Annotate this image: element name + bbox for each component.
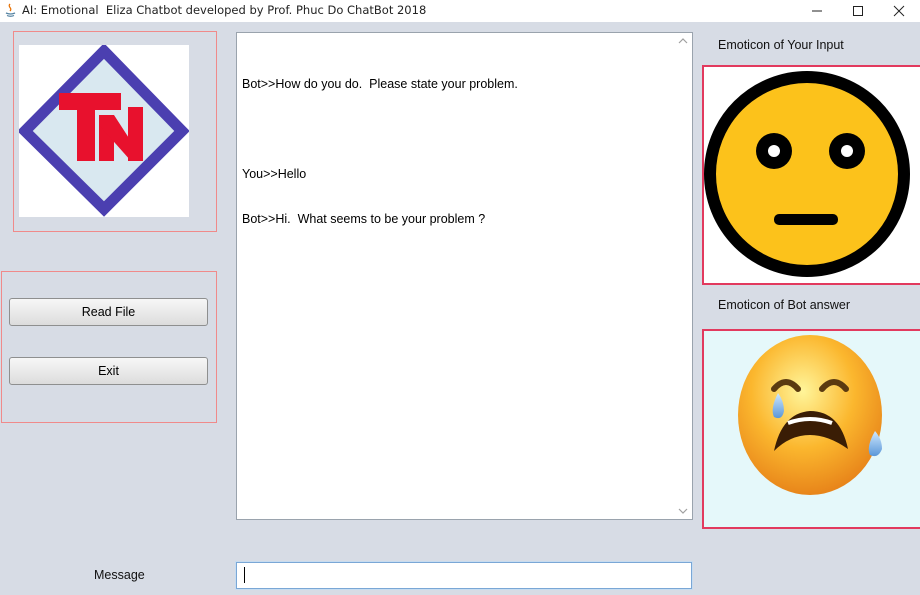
java-app-icon <box>5 3 16 17</box>
exit-button[interactable]: Exit <box>9 357 208 385</box>
crying-face-icon <box>738 335 882 495</box>
buttons-panel <box>1 271 217 423</box>
chat-line: Bot>>Hi. What seems to be your problem ? <box>242 212 486 226</box>
chat-transcript[interactable]: Bot>>How do you do. Please state your pr… <box>236 32 693 520</box>
message-input[interactable] <box>235 561 693 590</box>
chat-line: You>>Hello <box>242 167 307 181</box>
logo-image <box>17 43 190 217</box>
read-file-button[interactable]: Read File <box>9 298 208 326</box>
scroll-down-icon[interactable] <box>678 507 688 515</box>
minimize-icon <box>812 10 822 12</box>
chat-line: Bot>>How do you do. Please state your pr… <box>242 77 518 91</box>
scroll-up-icon[interactable] <box>678 37 688 45</box>
window-title: AI: Emotional Eliza Chatbot developed by… <box>22 3 427 17</box>
maximize-icon <box>853 6 863 16</box>
window-titlebar: AI: Emotional Eliza Chatbot developed by… <box>0 0 920 22</box>
input-emoticon-panel <box>702 65 920 285</box>
chat-line <box>242 122 670 137</box>
input-emoticon-label: Emoticon of Your Input <box>718 38 844 52</box>
tn-logo <box>17 43 190 217</box>
close-button[interactable] <box>879 0 919 22</box>
text-caret <box>244 567 245 583</box>
bot-emoticon-label: Emoticon of Bot answer <box>718 298 851 312</box>
chat-lines: Bot>>How do you do. Please state your pr… <box>242 47 670 257</box>
message-label: Message <box>94 568 145 582</box>
neutral-face-icon <box>704 71 910 277</box>
bot-emoticon-panel <box>702 329 920 529</box>
close-icon <box>893 5 905 17</box>
maximize-button[interactable] <box>838 0 878 22</box>
minimize-button[interactable] <box>797 0 837 22</box>
logo-panel <box>13 31 217 232</box>
